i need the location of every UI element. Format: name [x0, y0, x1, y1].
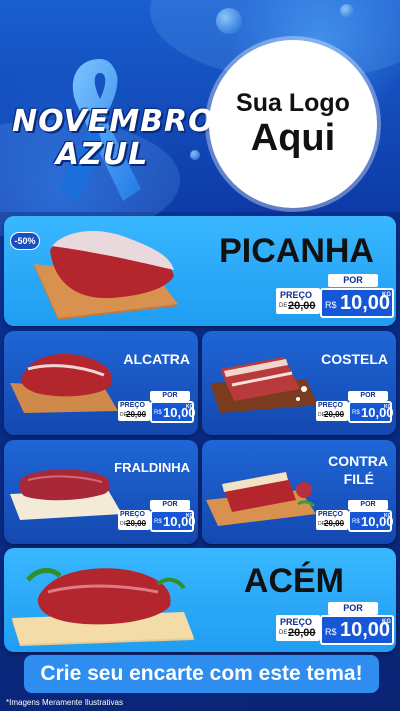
por-label: POR: [328, 274, 378, 287]
preco-label: PREÇO: [120, 511, 145, 518]
unit: KG: [186, 513, 194, 519]
product-name-line2: FILÉ: [343, 471, 374, 487]
decor-bubble: [340, 4, 354, 18]
old-price-box: PREÇO DE 20,00: [276, 288, 320, 314]
old-price-box: PREÇO DE 20,00: [118, 401, 150, 421]
old-price: 20,00: [288, 300, 316, 312]
cta-banner: Crie seu encarte com este tema!: [24, 655, 379, 693]
product-name: CONTRA FILÉ: [328, 452, 388, 488]
preco-label: PREÇO: [280, 617, 313, 627]
product-card-picanha: PICANHA POR PREÇO DE 20,00 R$ 10,00 KG: [4, 216, 396, 326]
fraldinha-image: [10, 469, 122, 520]
product-name: PICANHA: [219, 232, 374, 270]
product-name: ALCATRA: [123, 351, 190, 367]
header: NOVEMBRO AZUL Sua Logo Aqui: [0, 0, 400, 240]
currency: R$: [325, 300, 337, 310]
product-card-fraldinha: FRALDINHA POR PREÇO DE 20,00 R$ 10,00 KG: [4, 440, 198, 544]
product-name: ACÉM: [243, 562, 344, 600]
unit: KG: [382, 292, 391, 298]
campaign-title: NOVEMBRO AZUL: [12, 104, 215, 172]
de-label: DE: [279, 303, 288, 309]
decor-bubble: [216, 8, 242, 34]
currency: R$: [352, 410, 360, 416]
disclaimer: *Imagens Meramente Ilustrativas: [6, 698, 123, 707]
preco-label: PREÇO: [120, 402, 145, 409]
preco-label: PREÇO: [280, 290, 313, 300]
new-price-box: R$ 10,00 KG: [348, 510, 394, 532]
new-price-box: R$ 10,00 KG: [348, 401, 394, 423]
currency: R$: [154, 519, 162, 525]
por-label: POR: [348, 391, 388, 401]
new-price-box: R$ 10,00 KG: [320, 288, 394, 318]
old-price-box: PREÇO DE 20,00: [118, 510, 150, 530]
old-price: 20,00: [126, 519, 147, 528]
new-price-box: R$ 10,00 KG: [150, 510, 196, 532]
product-card-alcatra: ALCATRA POR PREÇO DE 20,00 R$ 10,00 KG: [4, 331, 198, 435]
new-price-box: R$ 10,00 KG: [150, 401, 196, 423]
old-price: 20,00: [288, 627, 316, 639]
por-label: POR: [150, 391, 190, 401]
product-card-contra-file: CONTRA FILÉ POR PREÇO DE 20,00 R$ 10,00 …: [202, 440, 396, 544]
old-price: 20,00: [324, 410, 345, 419]
product-card-costela: COSTELA POR PREÇO DE 20,00 R$ 10,00 KG: [202, 331, 396, 435]
costela-image: [210, 357, 318, 413]
unit: KG: [384, 404, 392, 410]
old-price: 20,00: [324, 519, 345, 528]
logo-text-line1: Sua Logo: [236, 89, 350, 117]
old-price-box: PREÇO DE 20,00: [316, 401, 348, 421]
currency: R$: [154, 410, 162, 416]
product-name: FRALDINHA: [114, 460, 190, 475]
de-label: DE: [279, 630, 288, 636]
alcatra-image: [10, 353, 118, 413]
product-name: COSTELA: [321, 351, 388, 367]
product-card-acem: ACÉM POR PREÇO DE 20,00 R$ 10,00 KG: [4, 548, 396, 652]
old-price-box: PREÇO DE 20,00: [316, 510, 348, 530]
logo-placeholder: Sua Logo Aqui: [209, 40, 377, 208]
unit: KG: [382, 619, 391, 625]
new-price-box: R$ 10,00 KG: [320, 615, 394, 645]
contra-file-image: [206, 472, 316, 526]
logo-text-line2: Aqui: [250, 117, 336, 159]
flyer-page: NOVEMBRO AZUL Sua Logo Aqui PICANHA POR …: [0, 0, 400, 711]
old-price: 20,00: [126, 410, 147, 419]
campaign-title-line1: NOVEMBRO: [12, 104, 215, 139]
unit: KG: [186, 404, 194, 410]
unit: KG: [384, 513, 392, 519]
preco-label: PREÇO: [318, 402, 343, 409]
product-name-line1: CONTRA: [328, 453, 388, 469]
preco-label: PREÇO: [318, 511, 343, 518]
acem-image: [12, 568, 194, 646]
currency: R$: [325, 627, 337, 637]
picanha-image: [34, 231, 178, 320]
por-label: POR: [150, 500, 190, 510]
currency: R$: [352, 519, 360, 525]
por-label: POR: [328, 602, 378, 615]
por-label: POR: [348, 500, 388, 510]
discount-badge: -50%: [10, 232, 40, 250]
campaign-title-line2: AZUL: [55, 137, 149, 172]
old-price-box: PREÇO DE 20,00: [276, 615, 320, 641]
